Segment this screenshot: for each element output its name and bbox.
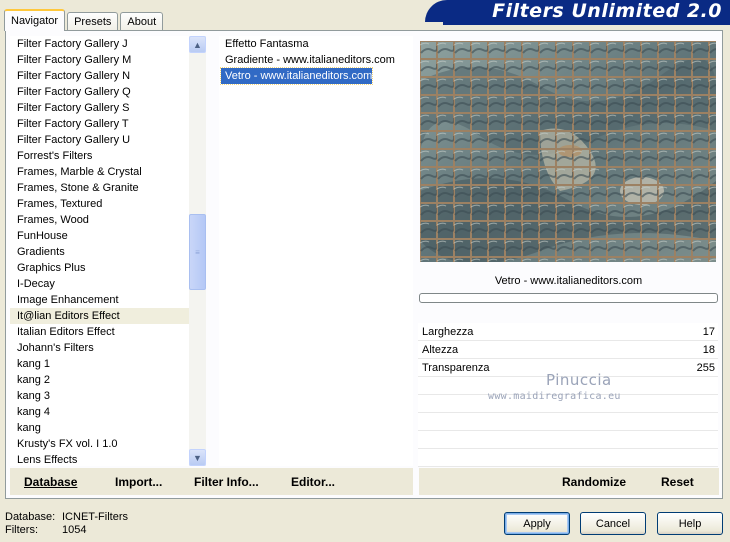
- category-scrollbar[interactable]: ▲ ≡ ▼: [189, 36, 206, 466]
- watermark-name: Pinuccia: [546, 371, 612, 389]
- parameter-row-empty: [418, 413, 718, 431]
- reset-button[interactable]: Reset: [661, 475, 694, 489]
- left-button-bar: Database Import... Filter Info... Editor…: [10, 468, 413, 495]
- category-item[interactable]: Graphics Plus: [10, 260, 206, 276]
- filter-item[interactable]: Gradiente - www.italianeditors.com: [221, 52, 395, 68]
- title-banner: Filters Unlimited 2.0: [425, 0, 730, 25]
- database-value: ICNET-Filters: [62, 511, 128, 523]
- status-info: Database: ICNET-Filters Filters: 1054: [5, 511, 128, 537]
- parameter-value[interactable]: 18: [703, 341, 715, 358]
- category-item[interactable]: Image Enhancement: [10, 292, 206, 308]
- filters-label: Filters:: [5, 524, 38, 536]
- filter-item[interactable]: Vetro - www.italianeditors.com: [219, 67, 374, 85]
- app-title: Filters Unlimited 2.0: [492, 0, 722, 22]
- cancel-button[interactable]: Cancel: [580, 512, 646, 535]
- category-item[interactable]: Filter Factory Gallery Q: [10, 84, 206, 100]
- filter-item[interactable]: Effetto Fantasma: [221, 36, 309, 52]
- category-item[interactable]: It@lian Editors Effect: [10, 308, 206, 324]
- grip-icon: ≡: [195, 247, 200, 257]
- category-item[interactable]: FunHouse: [10, 228, 206, 244]
- parameter-row[interactable]: Altezza 18: [418, 341, 718, 359]
- tab-about[interactable]: About: [120, 12, 164, 31]
- filters-count: 1054: [62, 524, 87, 536]
- category-item[interactable]: Filter Factory Gallery N: [10, 68, 206, 84]
- category-item[interactable]: kang 4: [10, 404, 206, 420]
- selected-filter-name: Vetro - www.italianeditors.com: [494, 275, 643, 287]
- progress-bar: [419, 293, 718, 303]
- filter-list[interactable]: Effetto Fantasma Gradiente - www.italiane…: [219, 36, 413, 466]
- parameter-row[interactable]: Larghezza 17: [418, 323, 718, 341]
- apply-button[interactable]: Apply: [504, 512, 570, 535]
- category-item[interactable]: Filter Factory Gallery S: [10, 100, 206, 116]
- category-item[interactable]: Frames, Textured: [10, 196, 206, 212]
- preview-image: [420, 41, 716, 262]
- parameter-name: Altezza: [422, 344, 459, 356]
- category-item[interactable]: I-Decay: [10, 276, 206, 292]
- right-button-bar: Randomize Reset: [419, 468, 719, 495]
- category-item[interactable]: kang 1: [10, 356, 206, 372]
- scroll-up-button[interactable]: ▲: [189, 36, 206, 53]
- scroll-thumb[interactable]: ≡: [189, 214, 206, 290]
- category-item[interactable]: Lens Effects: [10, 452, 206, 466]
- parameter-value[interactable]: 255: [697, 359, 715, 376]
- editor-button[interactable]: Editor...: [291, 475, 335, 489]
- randomize-button[interactable]: Randomize: [562, 475, 626, 489]
- scroll-down-button[interactable]: ▼: [189, 449, 206, 466]
- parameter-name: Larghezza: [422, 326, 474, 338]
- watermark-url: www.maidiregrafica.eu: [488, 391, 621, 402]
- category-item[interactable]: kang 3: [10, 388, 206, 404]
- filter-info-button[interactable]: Filter Info...: [194, 475, 259, 489]
- parameter-row-empty: [418, 431, 718, 449]
- category-item[interactable]: Frames, Marble & Crystal: [10, 164, 206, 180]
- category-item[interactable]: Krusty's FX vol. I 1.0: [10, 436, 206, 452]
- help-button[interactable]: Help: [657, 512, 723, 535]
- tab-presets[interactable]: Presets: [67, 12, 119, 31]
- category-item[interactable]: kang 2: [10, 372, 206, 388]
- database-button[interactable]: Database: [24, 475, 77, 489]
- category-item[interactable]: Filter Factory Gallery U: [10, 132, 206, 148]
- category-list[interactable]: Filter Factory Gallery J Filter Factory G…: [10, 36, 206, 466]
- parameter-value[interactable]: 17: [703, 323, 715, 340]
- category-item[interactable]: Frames, Stone & Granite: [10, 180, 206, 196]
- category-item[interactable]: Johann's Filters: [10, 340, 206, 356]
- parameter-row-empty: [418, 449, 718, 467]
- category-item[interactable]: Gradients: [10, 244, 206, 260]
- category-item[interactable]: Filter Factory Gallery T: [10, 116, 206, 132]
- import-button[interactable]: Import...: [115, 475, 162, 489]
- database-label: Database:: [5, 511, 56, 523]
- category-item[interactable]: Filter Factory Gallery M: [10, 52, 206, 68]
- tab-strip: Navigator Presets About: [4, 9, 165, 31]
- parameter-name: Transparenza: [422, 362, 490, 374]
- category-item[interactable]: Filter Factory Gallery J: [10, 36, 206, 52]
- category-item[interactable]: Forrest's Filters: [10, 148, 206, 164]
- category-item[interactable]: Frames, Wood: [10, 212, 206, 228]
- preview-glass-tiles: [420, 41, 716, 262]
- chevron-up-icon: ▲: [193, 39, 202, 50]
- tab-navigator[interactable]: Navigator: [4, 9, 66, 31]
- category-item[interactable]: kang: [10, 420, 206, 436]
- category-item[interactable]: Italian Editors Effect: [10, 324, 206, 340]
- chevron-down-icon: ▼: [193, 452, 202, 463]
